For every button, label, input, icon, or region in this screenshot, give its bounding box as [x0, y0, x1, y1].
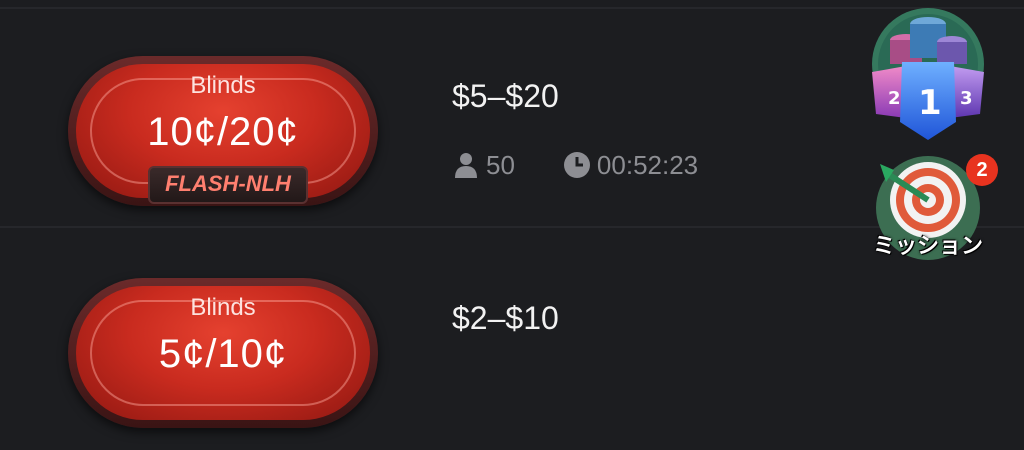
blinds-value: 5¢/10¢: [158, 332, 288, 376]
game-type-tag: FLASH-NLH: [148, 166, 308, 204]
player-icon: [455, 153, 477, 178]
time-remaining: 00:52:23: [596, 149, 699, 180]
svg-text:2: 2: [888, 88, 901, 109]
leaderboard-button[interactable]: 2 3 1: [866, 6, 990, 142]
poker-table-icon: Blinds 5¢/10¢: [68, 278, 378, 428]
svg-text:3: 3: [960, 88, 973, 109]
svg-text:1: 1: [918, 83, 942, 123]
poker-table-icon: Blinds 10¢/20¢ FLASH-NLH: [68, 56, 378, 206]
table-row[interactable]: Blinds 5¢/10¢ $2–$10: [0, 250, 860, 450]
blinds-label: Blinds: [190, 294, 256, 321]
table-meta: 50 00:52:23: [452, 150, 698, 180]
clock-icon: [563, 152, 590, 178]
blinds-label: Blinds: [190, 72, 256, 99]
blinds-value: 10¢/20¢: [147, 110, 299, 154]
mission-count-badge: 2: [966, 154, 998, 186]
table-row[interactable]: Blinds 10¢/20¢ FLASH-NLH $5–$20 50 00:52…: [0, 28, 860, 228]
leaderboard-chips-icon: 2 3 1: [872, 8, 984, 140]
buy-in-range: $5–$20: [452, 78, 559, 114]
buy-in-range: $2–$10: [452, 300, 559, 336]
mission-label: ミッション: [872, 234, 983, 259]
mission-button[interactable]: 2 ミッション: [858, 150, 998, 274]
player-count: 50: [486, 149, 515, 180]
